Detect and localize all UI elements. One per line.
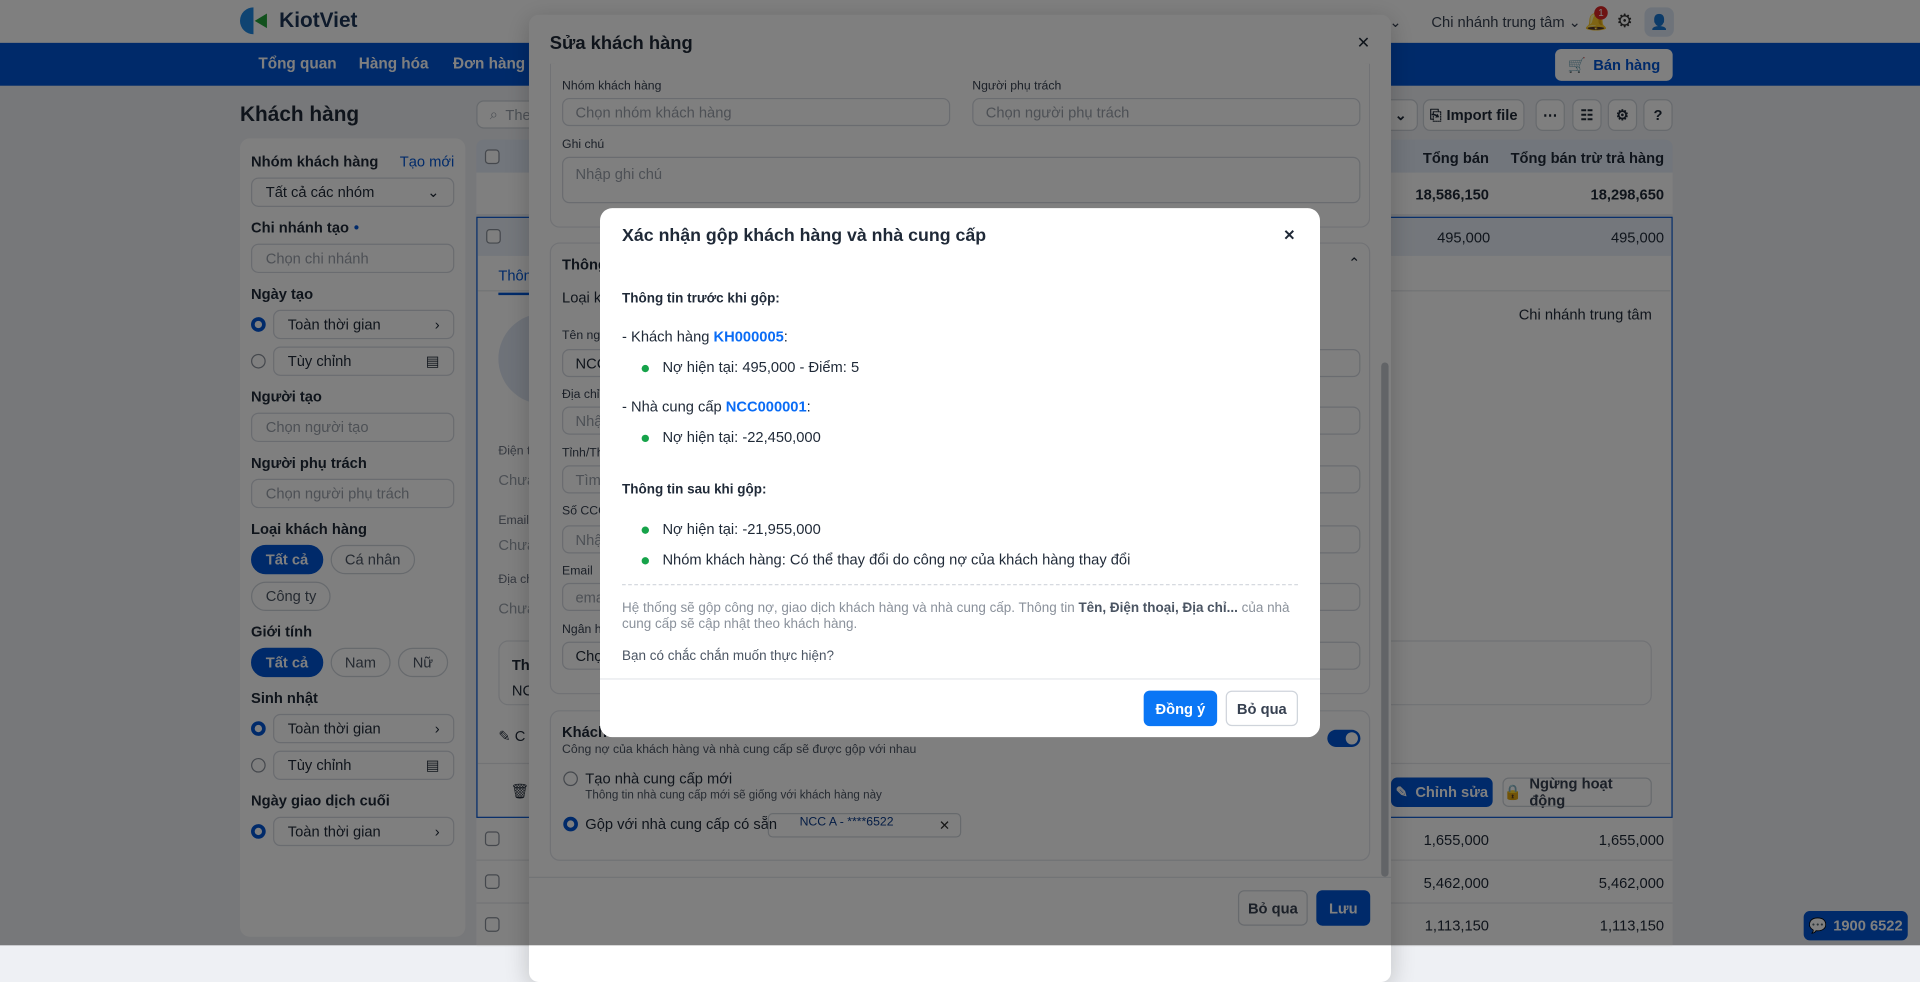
dialog-cancel-button[interactable]: Bỏ qua: [1225, 690, 1298, 727]
close-icon[interactable]: ✕: [1283, 227, 1295, 244]
customer-debt: Nợ hiện tại: 495,000 - Điểm: 5: [662, 358, 860, 376]
dialog-title: Xác nhận gộp khách hàng và nhà cung cấp: [622, 226, 987, 247]
before-heading: Thông tin trước khi gộp:: [622, 291, 780, 307]
merge-confirm-dialog: Xác nhận gộp khách hàng và nhà cung cấp …: [600, 208, 1321, 738]
note-bold: Tên, Điện thoại, Địa chỉ...: [1078, 601, 1238, 616]
note-text: Hệ thống sẽ gộp công nợ, giao dịch khách…: [622, 601, 1079, 616]
supplier-prefix: - Nhà cung cấp: [622, 397, 726, 416]
customer-code-link[interactable]: KH000005: [714, 328, 784, 345]
after-group: Nhóm khách hàng: Có thể thay đổi do công…: [662, 551, 1131, 569]
after-heading: Thông tin sau khi gộp:: [622, 482, 767, 498]
confirm-question: Bạn có chắc chắn muốn thực hiện?: [622, 648, 834, 664]
merge-note: Hệ thống sẽ gộp công nợ, giao dịch khách…: [622, 601, 1298, 633]
bullet-icon: [641, 434, 649, 442]
bullet-icon: [641, 556, 649, 565]
confirm-button[interactable]: Đồng ý: [1143, 690, 1218, 727]
after-debt: Nợ hiện tại: -21,955,000: [662, 520, 821, 538]
bullet-icon: [641, 364, 649, 373]
supplier-debt: Nợ hiện tại: -22,450,000: [662, 428, 821, 446]
cancel-label: Bỏ qua: [1236, 699, 1287, 717]
customer-prefix: - Khách hàng: [622, 328, 714, 346]
supplier-code-link[interactable]: NCC000001: [726, 398, 807, 415]
bullet-icon: [641, 526, 649, 534]
confirm-label: Đồng ý: [1155, 699, 1206, 717]
